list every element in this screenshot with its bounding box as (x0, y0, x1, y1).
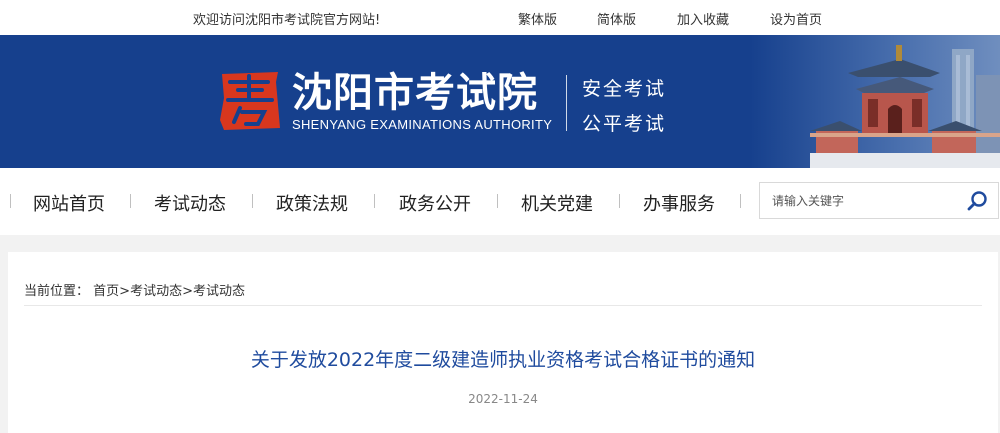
breadcrumb-separator: > (119, 284, 131, 299)
article-date: 2022-11-24 (468, 392, 538, 406)
breadcrumb-current-link[interactable]: 考试动态 (193, 284, 245, 299)
top-utility-bar: 欢迎访问沈阳市考试院官方网站! 繁体版 简体版 加入收藏 设为首页 (0, 0, 1000, 35)
utility-links: 繁体版 简体版 加入收藏 设为首页 (518, 9, 822, 28)
slogan-safe-exam: 安全考试 (582, 78, 667, 100)
nav-separator (130, 194, 131, 208)
nav-item-home[interactable]: 网站首页 (33, 190, 105, 216)
nav-item-party-building[interactable]: 机关党建 (521, 190, 593, 216)
welcome-text: 欢迎访问沈阳市考试院官方网站! (193, 13, 381, 28)
breadcrumb-home-link[interactable]: 首页 (93, 284, 119, 299)
breadcrumb-separator: > (182, 284, 193, 299)
site-name-english: SHENYANG EXAMINATIONS AUTHORITY (292, 117, 553, 132)
nav-item-exam-news[interactable]: 考试动态 (154, 190, 226, 216)
breadcrumb-divider (24, 305, 982, 306)
nav-separator (252, 194, 253, 208)
traditional-chinese-link[interactable]: 繁体版 (518, 9, 557, 28)
nav-separator (619, 194, 620, 208)
add-favorite-link[interactable]: 加入收藏 (677, 9, 729, 28)
search-box (759, 182, 999, 219)
breadcrumb-exam-news-link[interactable]: 考试动态 (130, 284, 182, 299)
nav-separator (497, 194, 498, 208)
nav-item-services[interactable]: 办事服务 (643, 190, 715, 216)
breadcrumb: 当前位置： 首页>考试动态>考试动态 (24, 280, 245, 299)
search-input[interactable] (760, 183, 960, 218)
nav-item-policies[interactable]: 政策法规 (276, 190, 348, 216)
site-name-chinese: 沈阳市考试院 (292, 70, 538, 116)
site-banner: 沈阳市考试院 SHENYANG EXAMINATIONS AUTHORITY 安… (0, 35, 1000, 168)
article-content-panel: 当前位置： 首页>考试动态>考试动态 关于发放2022年度二级建造师执业资格考试… (8, 252, 998, 433)
logo-icon[interactable] (218, 68, 282, 132)
main-navigation: 网站首页 考试动态 政策法规 政务公开 机关党建 办事服务 (0, 168, 1000, 235)
article-title: 关于发放2022年度二级建造师执业资格考试合格证书的通知 (250, 349, 756, 371)
nav-separator (740, 194, 741, 208)
breadcrumb-label: 当前位置： (24, 284, 90, 299)
slogan-fair-exam: 公平考试 (582, 113, 667, 135)
simplified-chinese-link[interactable]: 简体版 (597, 9, 636, 28)
building-illustration (810, 45, 1000, 168)
nav-separator (10, 194, 11, 208)
nav-separator (374, 194, 375, 208)
search-icon[interactable] (966, 189, 990, 213)
set-homepage-link[interactable]: 设为首页 (770, 9, 822, 28)
nav-item-government-affairs[interactable]: 政务公开 (399, 190, 471, 216)
brand-divider (566, 75, 567, 131)
